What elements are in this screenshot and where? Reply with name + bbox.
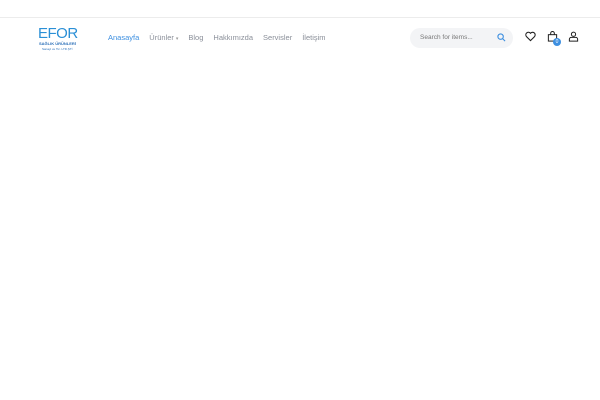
search-icon[interactable] [497,33,506,42]
logo-name: EFOR [38,25,78,42]
user-icon[interactable] [568,31,579,42]
search-box [410,28,513,48]
nav-item-blog[interactable]: Blog [188,33,203,42]
search-input[interactable] [418,33,502,42]
main-nav: Anasayfa Ürünler ▾ Blog Hakkımızda Servis… [108,33,326,42]
nav-item-servisler[interactable]: Servisler [263,33,292,42]
nav-item-iletisim[interactable]: İletişim [302,33,325,42]
top-bar [0,0,600,18]
chevron-down-icon: ▾ [175,36,179,42]
logo-subtitle: SAĞLIK ÜRÜNLERİ [39,41,76,46]
nav-item-label: Ürünler [149,33,174,42]
nav-item-hakkimizda[interactable]: Hakkımızda [213,33,253,42]
logo-tagline: Sanayi ve Tic. LTD.ŞTİ [42,47,73,51]
heart-icon[interactable] [525,31,536,42]
nav-item-anasayfa[interactable]: Anasayfa [108,33,139,42]
logo[interactable]: EFOR SAĞLIK ÜRÜNLERİ Sanayi ve Tic. LTD.… [37,25,79,52]
nav-item-urunler[interactable]: Ürünler ▾ [149,33,178,42]
header: EFOR SAĞLIK ÜRÜNLERİ Sanayi ve Tic. LTD.… [0,18,600,60]
cart-count-badge: 0 [553,38,561,46]
